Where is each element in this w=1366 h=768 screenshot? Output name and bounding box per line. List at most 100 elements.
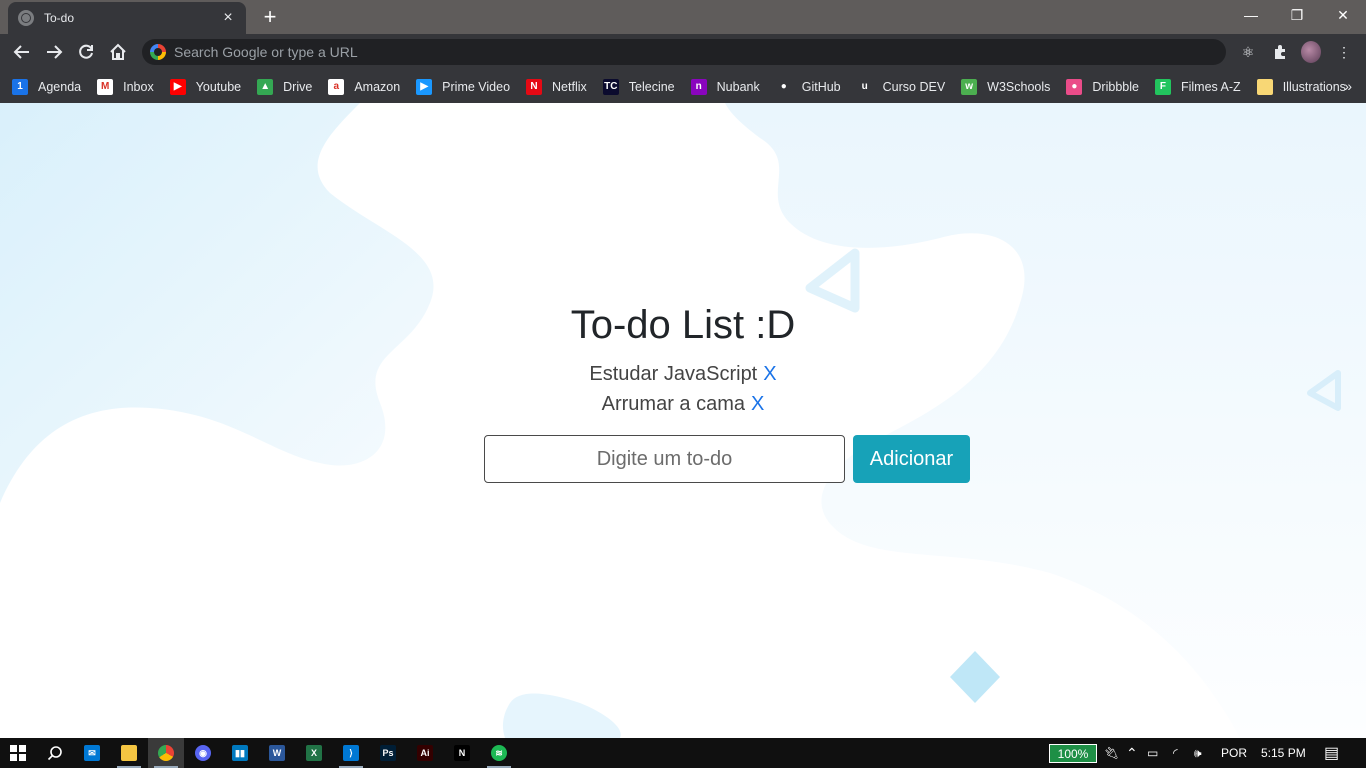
netflix-icon: N: [526, 78, 543, 95]
add-todo-form: Adicionar: [484, 435, 970, 483]
bookmark-amazon[interactable]: a Amazon: [328, 78, 401, 95]
globe-icon: [18, 10, 34, 26]
restore-button[interactable]: ❐: [1274, 0, 1320, 30]
gmail-icon: M: [97, 78, 114, 95]
bookmark-nubank[interactable]: n Nubank: [690, 78, 760, 95]
bookmark-filmes-a-z[interactable]: F Filmes A-Z: [1154, 78, 1241, 95]
browser-toolbar: ⚛ ⋮: [0, 34, 1366, 70]
remove-todo-link[interactable]: X: [763, 363, 776, 385]
battery-indicator[interactable]: 100%: [1049, 744, 1097, 763]
bookmark-label: Prime Video: [442, 79, 511, 94]
bookmark-inbox[interactable]: M Inbox: [97, 78, 154, 95]
power-plug-icon[interactable]: 🔌︎: [1104, 738, 1119, 768]
bookmark-youtube[interactable]: ▶ Youtube: [169, 78, 241, 95]
bookmark-drive[interactable]: ▲ Drive: [257, 78, 313, 95]
tab-strip: To-do × + — ❐ ✕: [0, 0, 1366, 34]
chevron-up-icon[interactable]: ⌃: [1126, 738, 1138, 768]
bookmark-agenda[interactable]: 1 Agenda: [12, 78, 82, 95]
close-tab-icon[interactable]: ×: [220, 9, 236, 26]
taskbar-app-photoshop[interactable]: Ps: [370, 738, 406, 768]
back-button[interactable]: [10, 40, 34, 64]
address-input[interactable]: [174, 44, 1074, 60]
close-window-button[interactable]: ✕: [1320, 0, 1366, 30]
profile-avatar[interactable]: [1301, 41, 1321, 63]
taskbar-app-file-explorer[interactable]: [111, 738, 147, 768]
remove-todo-link[interactable]: X: [751, 393, 764, 415]
nubank-icon: n: [690, 78, 707, 95]
add-button[interactable]: Adicionar: [853, 435, 970, 483]
forward-button[interactable]: [42, 40, 66, 64]
start-button[interactable]: [0, 738, 36, 768]
search-button[interactable]: [37, 738, 73, 768]
reload-button[interactable]: [74, 40, 98, 64]
screen: To-do × + — ❐ ✕ ⚛ ⋮ 1AgendaMInbo: [0, 0, 1366, 768]
bookmark-telecine[interactable]: TC Telecine: [602, 78, 675, 95]
dribbble-icon: ●: [1066, 78, 1083, 95]
calendar-icon: 1: [12, 78, 28, 95]
taskbar-app-spotify[interactable]: ≋: [481, 738, 517, 768]
todo-input[interactable]: [484, 435, 845, 483]
drive-icon: ▲: [257, 78, 274, 95]
bookmarks-bar: 1 Agenda M Inbox ▶ Youtube ▲ Drive a Amazon ▶ Prime…: [0, 70, 1366, 103]
bookmark-label: Filmes A-Z: [1180, 79, 1241, 94]
word-icon: W: [269, 745, 285, 761]
bookmark-label: Agenda: [38, 79, 82, 94]
excel-icon: X: [306, 745, 322, 761]
bookmark-prime-video[interactable]: ▶ Prime Video: [416, 78, 511, 95]
discord-icon: ◉: [195, 745, 211, 761]
extensions-icon[interactable]: [1270, 42, 1290, 62]
volume-icon[interactable]: 🕪︎: [1194, 738, 1202, 768]
netflix-app-icon: N: [454, 745, 470, 761]
github-icon: ●: [775, 78, 792, 95]
spotify-icon: ≋: [491, 745, 507, 761]
taskbar-app-vscode[interactable]: ⟩: [333, 738, 369, 768]
taskbar-app-word[interactable]: W: [259, 738, 295, 768]
tab-to-do[interactable]: To-do ×: [8, 2, 246, 34]
back-arrow-icon: [13, 45, 29, 59]
taskbar-app-excel[interactable]: X: [296, 738, 332, 768]
todo-item: Arrumar a cama X: [0, 393, 1366, 416]
forward-arrow-icon: [47, 45, 63, 59]
todo-text: Estudar JavaScript: [589, 363, 758, 385]
home-button[interactable]: [106, 40, 130, 64]
page-title: To-do List :D: [570, 303, 796, 347]
bookmark-label: Drive: [283, 79, 313, 94]
minimize-button[interactable]: —: [1228, 0, 1274, 30]
telecine-icon: TC: [602, 78, 619, 95]
reload-icon: [79, 44, 93, 59]
taskbar-app-netflix-app[interactable]: N: [444, 738, 480, 768]
vscode-icon: ⟩: [343, 745, 359, 761]
bookmark-label: Dribbble: [1092, 79, 1139, 94]
illustrator-icon: Ai: [417, 745, 433, 761]
bookmark-dribbble[interactable]: ● Dribbble: [1066, 78, 1139, 95]
taskbar-app-trello[interactable]: ▮▮: [222, 738, 258, 768]
address-bar[interactable]: [142, 39, 1226, 65]
bookmark-label: Netflix: [552, 79, 587, 94]
taskbar-app-mail[interactable]: ✉: [74, 738, 110, 768]
bookmark-github[interactable]: ● GitHub: [775, 78, 841, 95]
search-icon: [47, 746, 62, 761]
filmes-icon: F: [1154, 78, 1171, 95]
bookmarks-overflow-icon[interactable]: »: [1344, 78, 1352, 94]
taskbar-app-chrome[interactable]: [148, 738, 184, 768]
notifications-icon[interactable]: ▤: [1324, 738, 1339, 768]
bookmark-label: Illustrations: [1282, 79, 1346, 94]
clock[interactable]: 5:15 PM: [1261, 738, 1306, 768]
prime-video-icon: ▶: [416, 78, 433, 95]
battery-icon[interactable]: ▭: [1147, 738, 1158, 768]
bookmark-curso-dev[interactable]: u Curso DEV: [856, 78, 945, 95]
bookmark-w3schools[interactable]: w W3Schools: [961, 78, 1050, 95]
todo-item: Estudar JavaScript X: [0, 363, 1366, 386]
bookmark-illustrations[interactable]: Illustrations: [1256, 78, 1346, 95]
bookmark-label: Telecine: [628, 79, 675, 94]
menu-kebab-icon[interactable]: ⋮: [1334, 42, 1354, 62]
language-indicator[interactable]: POR: [1221, 738, 1247, 768]
new-tab-button[interactable]: +: [258, 6, 282, 28]
bookmark-netflix[interactable]: N Netflix: [526, 78, 587, 95]
react-devtools-icon[interactable]: ⚛: [1238, 42, 1258, 62]
taskbar-app-illustrator[interactable]: Ai: [407, 738, 443, 768]
taskbar-app-discord[interactable]: ◉: [185, 738, 221, 768]
bookmark-label: Amazon: [354, 79, 401, 94]
wifi-icon[interactable]: ◜: [1173, 738, 1178, 768]
youtube-icon: ▶: [169, 78, 186, 95]
